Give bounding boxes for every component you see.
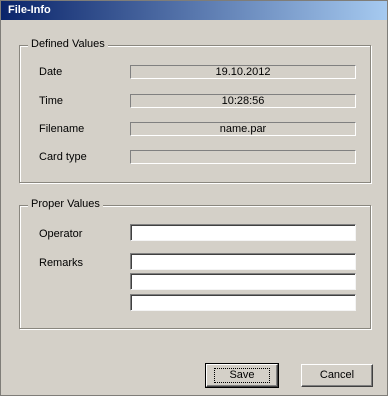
operator-input[interactable]: [130, 224, 356, 241]
card-type-label: Card type: [39, 151, 87, 163]
cancel-button[interactable]: Cancel: [301, 364, 373, 387]
window-title: File-Info: [8, 4, 51, 16]
remarks-input-2[interactable]: [130, 273, 356, 290]
remarks-input-1[interactable]: [130, 253, 356, 270]
date-label: Date: [39, 66, 63, 78]
filename-field: name.par: [130, 122, 356, 136]
remarks-label: Remarks: [39, 257, 84, 269]
save-button-label: Save: [214, 368, 270, 383]
defined-values-legend: Defined Values: [28, 38, 108, 50]
file-info-dialog: File-Info Defined Values Date 19.10.2012…: [0, 0, 388, 396]
time-label: Time: [39, 95, 64, 107]
remarks-input-3[interactable]: [130, 294, 356, 311]
operator-label: Operator: [39, 228, 83, 240]
proper-values-legend: Proper Values: [28, 198, 103, 210]
title-bar[interactable]: File-Info: [1, 1, 387, 20]
date-field: 19.10.2012: [130, 65, 356, 79]
save-button[interactable]: Save: [205, 363, 279, 388]
card-type-field: [130, 150, 356, 164]
filename-label: Filename: [39, 123, 85, 135]
time-field: 10:28:56: [130, 94, 356, 108]
